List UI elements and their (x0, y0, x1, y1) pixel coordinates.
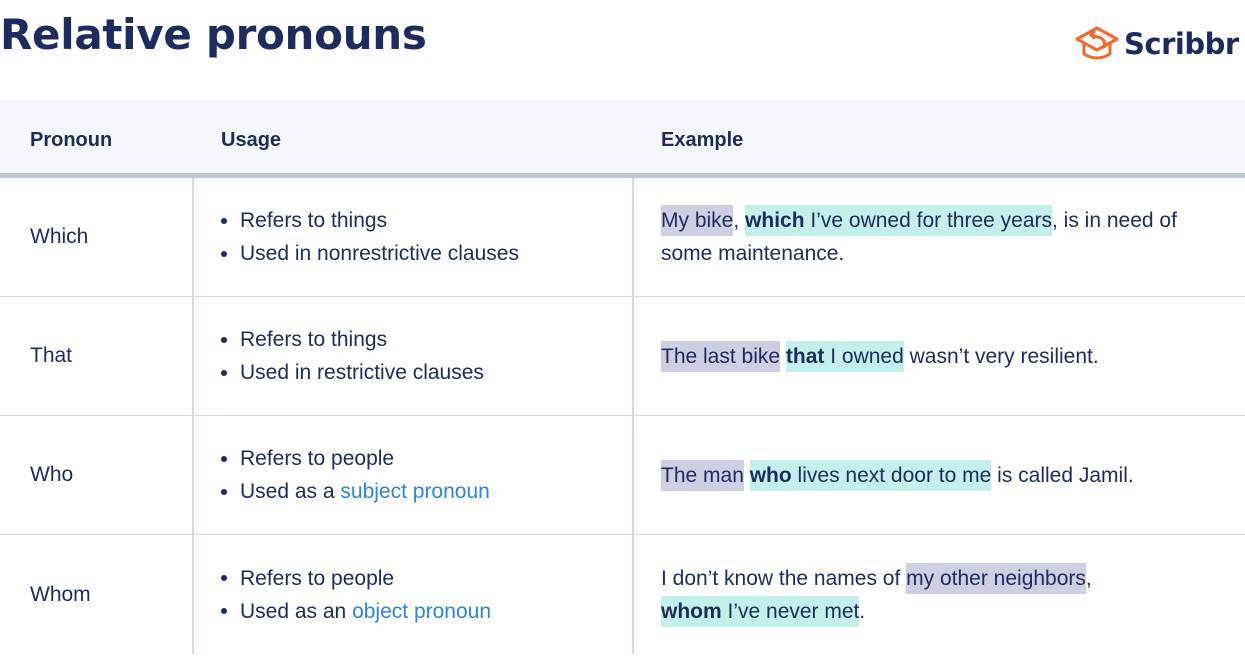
antecedent-highlight: my other neighbors (906, 562, 1086, 594)
bullet-icon (221, 575, 227, 581)
sentence-rest: is called Jamil. (991, 463, 1134, 487)
bullet-icon (221, 488, 227, 495)
relative-pronouns-table: Pronoun Usage Example Which Refers to th… (0, 100, 1245, 654)
usage-text: Refers to things (240, 209, 388, 232)
antecedent-highlight: The last bike (661, 340, 781, 372)
relative-pronoun: that (785, 344, 825, 368)
pronoun-cell: Who (30, 463, 74, 486)
usage-item: Refers to people (221, 442, 490, 475)
pronoun-cell: That (30, 344, 73, 367)
clause-rest: lives next door to me (791, 463, 992, 487)
usage-prefix: Used as an (240, 599, 353, 623)
example-text: My bike, which I’ve owned for three year… (661, 204, 1221, 270)
usage-cell: Refers to things Used in nonrestrictive … (221, 178, 519, 296)
graduation-cap-icon (1075, 26, 1119, 60)
antecedent-highlight: My bike (661, 205, 734, 236)
column-divider (192, 297, 194, 415)
bullet-icon (221, 608, 227, 614)
usage-text: Refers to things (240, 328, 388, 351)
bullet-icon (221, 217, 227, 224)
sentence-rest: . (859, 599, 866, 623)
clause-rest: I owned (824, 344, 904, 368)
relative-pronoun: who (749, 463, 792, 487)
usage-item: Refers to things (221, 204, 519, 237)
scribbr-logo[interactable]: Scribbr (1074, 24, 1239, 64)
example-text: The man who lives next door to me is cal… (661, 459, 1134, 492)
column-divider (192, 178, 194, 296)
usage-cell: Refers to people Used as an object prono… (221, 535, 491, 654)
clause-highlight: which I’ve owned for three years (745, 205, 1053, 236)
sentence-rest: wasn’t very resilient. (903, 344, 1099, 368)
usage-item: Used as a subject pronoun (221, 475, 490, 508)
pronoun-cell: Which (30, 225, 89, 248)
column-divider (192, 416, 194, 534)
usage-prefix: Used as a (240, 480, 341, 503)
separator: , (733, 209, 746, 232)
example-cell: The last bike that I owned wasn’t very r… (661, 297, 1221, 415)
table-row: Which Refers to things Used in nonrestri… (0, 178, 1245, 297)
logo-text: Scribbr (1124, 27, 1239, 61)
header-usage: Usage (221, 129, 282, 151)
subject-pronoun-link[interactable]: subject pronoun (340, 480, 489, 503)
example-cell: My bike, which I’ve owned for three year… (661, 178, 1221, 296)
usage-text: Refers to people (240, 447, 395, 470)
table-row: Who Refers to people Used as a subject p… (0, 416, 1245, 535)
object-pronoun-link[interactable]: object pronoun (352, 600, 491, 623)
usage-item: Refers to people (221, 562, 491, 595)
pronoun-cell: Whom (30, 582, 91, 606)
column-divider (632, 297, 634, 415)
separator: , (1085, 566, 1092, 590)
example-cell: I don’t know the names of my other neigh… (661, 535, 1221, 654)
header-pronoun: Pronoun (30, 129, 113, 151)
column-divider (632, 416, 634, 534)
usage-text: Refers to people (240, 566, 395, 590)
clause-highlight: who lives next door to me (749, 459, 992, 491)
usage-text: Used in restrictive clauses (240, 361, 484, 384)
example-text: The last bike that I owned wasn’t very r… (661, 340, 1099, 373)
example-cell: The man who lives next door to me is cal… (661, 416, 1221, 534)
column-divider (632, 178, 634, 296)
header-example: Example (661, 129, 744, 151)
bullet-icon (221, 455, 227, 462)
column-divider (632, 535, 634, 654)
clause-highlight: whom I’ve never met (661, 595, 860, 627)
sentence-start: I don’t know the names of (661, 566, 907, 590)
usage-cell: Refers to things Used in restrictive cla… (221, 297, 484, 415)
bullet-icon (221, 369, 227, 376)
clause-rest: I’ve owned for three years (804, 209, 1053, 232)
clause-rest: I’ve never met (721, 599, 860, 623)
usage-text: Used as a subject pronoun (240, 475, 490, 508)
usage-item: Refers to things (221, 323, 484, 356)
relative-pronoun: whom (661, 599, 722, 623)
table-row: Whom Refers to people Used as an object … (0, 535, 1245, 654)
bullet-icon (221, 336, 227, 343)
usage-cell: Refers to people Used as a subject prono… (221, 416, 490, 534)
clause-highlight: that I owned (785, 340, 904, 372)
table-header: Pronoun Usage Example (0, 100, 1245, 178)
antecedent-highlight: The man (661, 459, 744, 491)
column-divider (192, 535, 194, 654)
usage-text: Used in nonrestrictive clauses (240, 242, 519, 265)
usage-item: Used in nonrestrictive clauses (221, 237, 519, 270)
table-row: That Refers to things Used in restrictiv… (0, 297, 1245, 416)
usage-item: Used in restrictive clauses (221, 356, 484, 389)
bullet-icon (221, 250, 227, 257)
example-text: I don’t know the names of my other neigh… (661, 562, 1092, 628)
usage-text: Used as an object pronoun (240, 595, 491, 628)
page-title: Relative pronouns (0, 10, 427, 59)
relative-pronoun: which (745, 209, 805, 232)
usage-item: Used as an object pronoun (221, 595, 491, 628)
